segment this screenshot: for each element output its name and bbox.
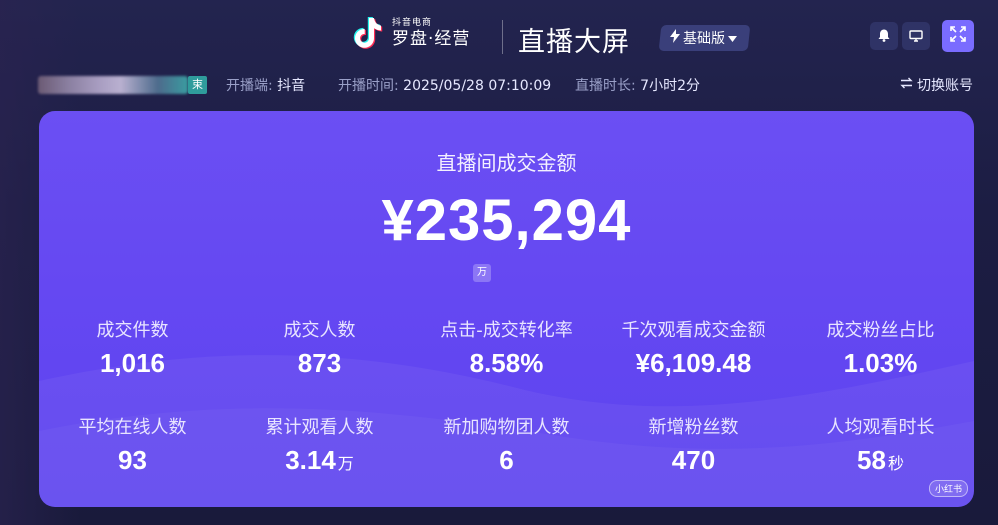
metric-value: 470 [600,445,787,476]
switch-arrows-icon [900,77,913,93]
metric-number: 470 [671,445,716,475]
metric-unit: 秒 [887,456,904,473]
metric-card: 成交件数 1,016 [39,316,226,379]
metric-label: 人均观看时长 [826,417,935,438]
header-divider [502,20,503,54]
metric-card: 千次观看成交金额 ¥6,109.48 [600,316,787,379]
metric-value: 3.14 万 [226,445,413,476]
metric-label: 成交人数 [283,320,356,341]
app-logo: 抖音电商 罗盘·经营 [350,14,470,52]
live-summary-card: 直播间成交金额 ¥235,294 万 小红书 成交件数 1,016 成交人数 873 点… [39,111,974,507]
switch-account-label: 切换账号 [917,78,973,94]
logo-title: 罗盘·经营 [392,28,471,49]
platform-key: 开播端: [226,78,273,94]
metric-card: 成交粉丝占比 1.03% [787,316,974,379]
fullscreen-icon [950,26,966,46]
notification-button[interactable] [870,22,898,50]
metric-value: ¥6,109.48 [600,348,787,379]
caret-down-icon [728,30,737,46]
switch-account-button[interactable]: 切换账号 [900,75,973,95]
gmv-amount: ¥235,294 [381,188,632,253]
gmv-title: 直播间成交金额 [436,151,577,175]
metric-number: ¥6,109.48 [635,348,752,378]
metric-card: 累计观看人数 3.14 万 [226,413,413,476]
metric-value: 93 [39,445,226,476]
metric-card: 点击-成交转化率 8.58% [413,316,600,379]
metric-label: 新加购物团人数 [443,417,570,438]
duration-key: 直播时长: [575,78,636,94]
metric-card: 人均观看时长 58 秒 [787,413,974,476]
metric-value: 8.58% [413,348,600,379]
metric-label: 平均在线人数 [78,417,187,438]
metric-label: 成交粉丝占比 [826,320,935,341]
metric-card: 新加购物团人数 6 [413,413,600,476]
monitor-icon [909,27,923,46]
metric-value: 873 [226,348,413,379]
header: 抖音电商 罗盘·经营 直播大屏 基础版 [0,0,998,70]
metric-number: 6 [499,445,514,475]
edition-dropdown[interactable]: 基础版 [658,25,751,51]
douyin-note-icon [350,14,386,52]
duration-value: 7小时2分 [640,78,700,94]
account-tag: 束 [188,76,207,94]
page-title: 直播大屏 [518,27,630,58]
metric-label: 累计观看人数 [265,417,374,438]
metric-value: 58 秒 [787,445,974,476]
start-time-key: 开播时间: [338,78,399,94]
metric-value: 6 [413,445,600,476]
metric-number: 8.58% [469,348,544,378]
fullscreen-button[interactable] [942,20,974,52]
metric-number: 1,016 [99,348,166,378]
metric-number: 3.14 [285,445,336,475]
metric-number: 1.03% [843,348,918,378]
metric-label: 新增粉丝数 [648,417,739,438]
start-time-info: 开播时间: 2025/05/28 07:10:09 [338,75,551,95]
platform-info: 开播端: 抖音 [226,75,305,95]
metric-card: 新增粉丝数 470 [600,413,787,476]
metric-value: 1,016 [39,348,226,379]
screen-mode-button[interactable] [902,22,930,50]
metric-label: 点击-成交转化率 [440,320,573,341]
platform-value: 抖音 [277,78,306,94]
metric-label: 千次观看成交金额 [621,320,766,341]
watermark: 小红书 [928,480,968,497]
bell-icon [878,27,890,46]
metric-number: 93 [118,445,147,475]
start-time-value: 2025/05/28 07:10:09 [403,78,552,94]
duration-info: 直播时长: 7小时2分 [575,75,700,95]
metric-card: 成交人数 873 [226,316,413,379]
account-name-redacted [38,76,188,94]
metric-card: 平均在线人数 93 [39,413,226,476]
metric-number: 873 [297,348,342,378]
logo-subtitle: 抖音电商 [392,17,433,28]
edition-label: 基础版 [683,31,725,47]
metric-value: 1.03% [787,348,974,379]
metric-unit: 万 [337,456,354,473]
metric-number: 58 [857,445,886,475]
live-info-bar: 束 开播端: 抖音 开播时间: 2025/05/28 07:10:09 直播时长… [0,70,998,100]
metric-label: 成交件数 [96,320,169,341]
unit-toggle[interactable]: 万 [473,264,491,282]
lightning-icon [670,29,680,47]
